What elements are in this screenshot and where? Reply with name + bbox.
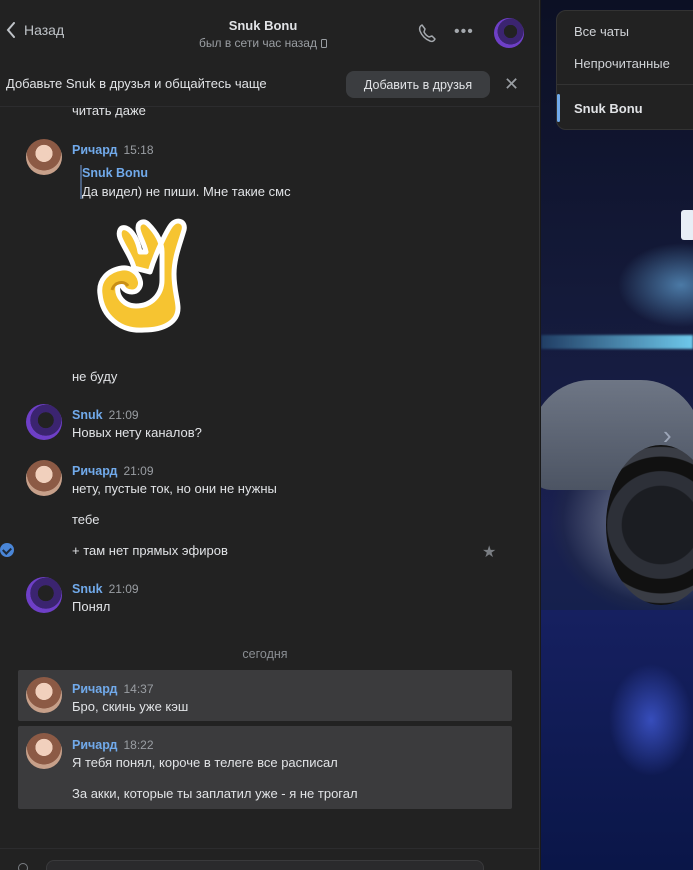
- message-time: 21:09: [108, 582, 139, 596]
- message-author[interactable]: Snuk: [72, 582, 103, 596]
- chevron-right-icon: ›: [663, 420, 672, 450]
- message-author[interactable]: Ричард: [72, 464, 118, 478]
- avatar[interactable]: [26, 733, 62, 769]
- message-text: не буду: [72, 369, 118, 384]
- avatar[interactable]: [26, 404, 62, 440]
- message-meta: Ричард 15:18: [72, 142, 154, 157]
- message-meta: Ричард 18:22: [72, 737, 154, 752]
- star-icon[interactable]: ★: [482, 542, 496, 562]
- close-icon[interactable]: ✕: [504, 74, 519, 95]
- selected-check-icon[interactable]: [0, 543, 14, 557]
- quote-text: Да видел) не пиши. Мне такие смс: [82, 184, 291, 199]
- message-text: За акки, которые ты заплатил уже - я не …: [72, 786, 358, 801]
- mobile-icon: [320, 38, 327, 48]
- message-time: 14:37: [123, 682, 154, 696]
- chevron-left-icon: [6, 22, 15, 38]
- back-label: Назад: [24, 22, 65, 38]
- avatar[interactable]: [494, 18, 524, 48]
- message-time: 15:18: [123, 143, 154, 157]
- friend-banner: Добавьте Snuk в друзья и общайтесь чаще …: [0, 64, 539, 106]
- wallpaper-floor: [541, 610, 693, 870]
- message-text: Понял: [72, 599, 111, 614]
- avatar[interactable]: [26, 139, 62, 175]
- more-options-icon[interactable]: •••: [454, 24, 474, 40]
- message-author[interactable]: Snuk: [72, 408, 103, 422]
- message-time: 21:09: [108, 408, 139, 422]
- banner-text: Добавьте Snuk в друзья и общайтесь чаще: [6, 76, 267, 91]
- chat-title: Snuk Bonu: [228, 18, 298, 33]
- message-text: Я тебя понял, короче в телеге все распис…: [72, 755, 338, 770]
- wallpaper: ›: [541, 0, 693, 870]
- message-text: + там нет прямых эфиров: [72, 543, 228, 558]
- quote-author[interactable]: Snuk Bonu: [82, 166, 148, 180]
- last-seen-status: был в сети час назад: [150, 36, 376, 50]
- add-friend-button[interactable]: Добавить в друзья: [346, 71, 490, 98]
- chat-title-block[interactable]: Snuk Bonu был в сети час назад: [150, 18, 376, 50]
- avatar[interactable]: [26, 460, 62, 496]
- message-time: 18:22: [123, 738, 154, 752]
- divider: [557, 84, 693, 85]
- message-meta: Ричард 14:37: [72, 681, 154, 696]
- message-meta: Ричард 21:09: [72, 463, 154, 478]
- message-author[interactable]: Ричард: [72, 143, 118, 157]
- message-text: Бро, скинь уже кэш: [72, 699, 189, 714]
- avatar[interactable]: [26, 677, 62, 713]
- filter-unread[interactable]: Непрочитанные: [574, 56, 670, 71]
- message-author[interactable]: Ричард: [72, 738, 118, 752]
- message-meta: Snuk 21:09: [72, 581, 139, 596]
- wallpaper-decoration: [681, 210, 693, 240]
- chat-header: Назад Snuk Bonu был в сети час назад •••: [0, 0, 539, 64]
- message-text: Новых нету каналов?: [72, 425, 202, 440]
- attach-icon[interactable]: [18, 863, 28, 870]
- message-meta: Snuk 21:09: [72, 407, 139, 422]
- call-icon[interactable]: [417, 23, 437, 43]
- active-indicator: [557, 94, 560, 122]
- back-button[interactable]: Назад: [6, 22, 64, 38]
- message-text: тебе: [72, 512, 100, 527]
- filter-all-chats[interactable]: Все чаты: [574, 24, 629, 39]
- chat-pane: Назад Snuk Bonu был в сети час назад •••…: [0, 0, 540, 870]
- date-separator: сегодня: [242, 647, 288, 661]
- avatar[interactable]: [26, 577, 62, 613]
- message-time: 21:09: [123, 464, 154, 478]
- message-input[interactable]: [46, 860, 484, 870]
- wallpaper-neon: [541, 335, 693, 349]
- divider: [0, 106, 539, 107]
- ok-hand-sticker[interactable]: [92, 212, 192, 342]
- message-author[interactable]: Ричард: [72, 682, 118, 696]
- filter-active-chat[interactable]: Snuk Bonu: [574, 101, 643, 116]
- message-text: нету, пустые ток, но они не нужны: [72, 481, 277, 496]
